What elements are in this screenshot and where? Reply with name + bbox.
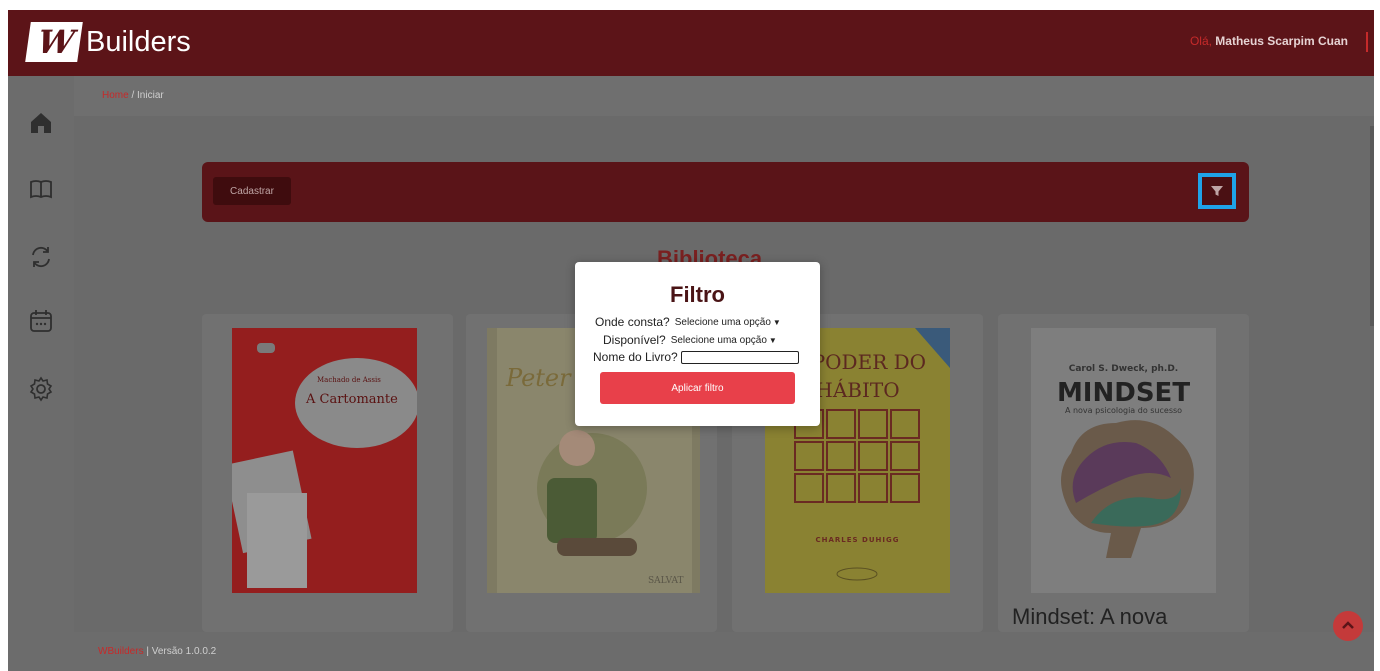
book-cover-subtitle: A nova psicologia do sucesso (1064, 406, 1183, 415)
book-cover-title: A Cartomante (306, 392, 398, 407)
action-bar: Cadastrar (202, 162, 1249, 222)
nome-livro-label: Nome do Livro? (593, 350, 678, 364)
calendar-icon[interactable] (28, 308, 54, 334)
book-card[interactable]: Carol S. Dweck, ph.D. MINDSET A nova psi… (998, 314, 1249, 632)
filter-icon (1211, 186, 1223, 196)
disponivel-label: Disponível? (603, 333, 666, 347)
nome-livro-row: Nome do Livro? (593, 350, 799, 364)
navbar-divider (1366, 32, 1368, 52)
breadcrumb-home-link[interactable]: Home (102, 90, 129, 101)
onde-consta-label: Onde consta? (595, 315, 670, 329)
scroll-to-top-button[interactable] (1333, 611, 1363, 641)
chevron-down-icon: ▼ (772, 317, 781, 327)
disponivel-row: Disponível? Selecione uma opção ▼ (603, 333, 777, 347)
book-card[interactable]: Machado de Assis A Cartomante (202, 314, 453, 632)
onde-consta-select[interactable]: Selecione uma opção ▼ (675, 317, 781, 328)
cadastrar-button[interactable]: Cadastrar (213, 177, 291, 205)
chevron-up-icon (1342, 621, 1354, 629)
gear-icon[interactable] (28, 376, 54, 402)
modal-title: Filtro (670, 282, 725, 307)
onde-consta-row: Onde consta? Selecione uma opção ▼ (595, 315, 781, 329)
book-cover-title: MINDSET (1056, 378, 1191, 408)
onde-consta-value: Selecione uma opção (674, 316, 771, 328)
page-scrollbar[interactable] (1370, 126, 1374, 326)
aplicar-filtro-button[interactable]: Aplicar filtro (600, 372, 795, 404)
greeting-prefix: Olá, (1189, 34, 1212, 48)
book-icon[interactable] (28, 176, 54, 202)
nome-livro-input[interactable] (680, 350, 799, 364)
book-cover-publisher: SALVAT (648, 576, 684, 586)
filter-button[interactable] (1198, 173, 1236, 209)
user-name: Matheus Scarpim Cuan (1215, 34, 1348, 48)
chevron-down-icon: ▼ (768, 335, 777, 345)
disponivel-select[interactable]: Selecione uma opção ▼ (671, 335, 777, 346)
book-cover-author: CHARLES DUHIGG (815, 536, 900, 544)
book-title: Mindset: A nova (1012, 604, 1168, 629)
book-cover-author: Carol S. Dweck, ph.D. (1068, 364, 1179, 374)
logo-mark: W (25, 22, 83, 62)
footer-brand: WBuilders (98, 646, 144, 657)
home-icon[interactable] (28, 110, 54, 136)
refresh-icon[interactable] (28, 244, 54, 270)
app-logo[interactable]: W Builders (25, 22, 191, 62)
disponivel-value: Selecione uma opção (670, 334, 767, 346)
breadcrumb-separator: / (128, 90, 138, 101)
user-greeting[interactable]: Olá, Matheus Scarpim Cuan (1190, 34, 1348, 48)
footer: WBuilders | Versão 1.0.0.2 (74, 632, 1374, 671)
footer-version: | Versão 1.0.0.2 (143, 646, 217, 657)
brand-name: Builders (86, 25, 191, 58)
book-cover-author: Machado de Assis (317, 376, 381, 384)
app-window: W Builders Olá, Matheus Scarpim Cuan Hom… (8, 10, 1374, 671)
breadcrumb: Home / Iniciar (74, 76, 1374, 116)
top-navbar: W Builders Olá, Matheus Scarpim Cuan (8, 10, 1374, 76)
book-cover-image (232, 328, 417, 593)
sidebar (8, 76, 74, 671)
filter-modal: Filtro Onde consta? Selecione uma opção ▼… (575, 262, 820, 426)
breadcrumb-current: Iniciar (137, 90, 164, 101)
